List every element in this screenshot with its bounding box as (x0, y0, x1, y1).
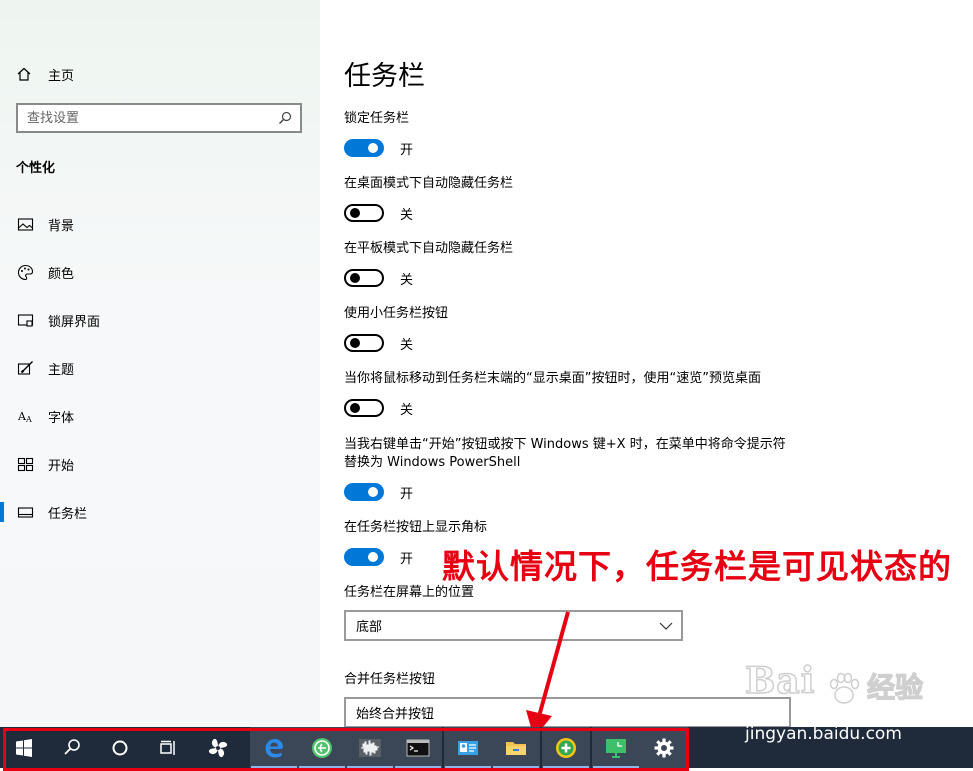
home-label: 主页 (48, 68, 75, 84)
watermark-cn: 经验 (866, 670, 924, 704)
search-box[interactable] (16, 103, 302, 133)
toggle-autohide-desktop[interactable] (344, 204, 384, 222)
annotation-arrow (526, 611, 570, 738)
sidebar-item-themes[interactable]: 主题 (0, 353, 320, 383)
taskbar-taskview-button[interactable] (144, 727, 192, 768)
toggle-state: 开 (400, 486, 414, 502)
settings-gear-icon (654, 738, 674, 757)
toggle-row-lock: 开 (344, 138, 413, 158)
toggle-state: 开 (400, 551, 414, 567)
taskbar-app-settings[interactable] (640, 727, 688, 768)
watermark-url: jingyan.baidu.com (745, 724, 902, 744)
taskbar-app-explorer[interactable] (492, 727, 540, 768)
taskbar-app-terminal[interactable] (394, 727, 442, 768)
sidebar-item-taskbar[interactable]: 任务栏 (0, 497, 320, 527)
start-tiles-icon (16, 455, 34, 473)
taskbar-icon (16, 503, 34, 521)
pinwheel-app-icon (208, 738, 228, 757)
home-link[interactable]: 主页 (16, 64, 74, 84)
sidebar-item-label: 颜色 (48, 266, 75, 282)
taskbar-cortana-button[interactable] (96, 727, 144, 768)
sidebar-item-lock-screen[interactable]: 锁屏界面 (0, 305, 320, 335)
position-value: 底部 (356, 620, 383, 635)
toggle-state: 关 (400, 337, 414, 353)
toggle-row-small-buttons: 关 (344, 333, 413, 353)
windows-start-icon (16, 738, 32, 757)
watermark: Bai 经验 (744, 659, 965, 720)
lock-screen-icon (16, 311, 34, 329)
toggle-state: 开 (400, 142, 414, 158)
toggle-row-autohide-desktop: 关 (344, 203, 413, 223)
paw-logo-icon (829, 672, 860, 704)
watermark-brand: Bai (744, 659, 816, 703)
font-icon: AA (16, 407, 34, 425)
sidebar-item-label: 字体 (48, 410, 75, 426)
sidebar-item-label: 背景 (48, 218, 75, 234)
home-icon (17, 67, 31, 81)
sidebar-item-label: 任务栏 (48, 506, 88, 522)
setting-label-lock: 锁定任务栏 (344, 111, 410, 126)
toggle-badges[interactable] (344, 548, 384, 566)
sidebar: 主页 个性化 背景 颜色 锁屏界面 主题 AA 字体 开始 任务栏 (0, 0, 320, 727)
svg-text:A: A (25, 415, 32, 424)
taskbar-start-button[interactable] (0, 727, 48, 768)
setting-label-badges: 在任务栏按钮上显示角标 (344, 520, 488, 535)
sidebar-item-label: 锁屏界面 (48, 314, 101, 330)
green-monitor-icon (606, 738, 626, 758)
theme-brush-icon (16, 359, 34, 377)
taskbar-app-pinwheel[interactable] (194, 727, 242, 768)
toggle-peek[interactable] (344, 399, 384, 417)
taskbar-app-edge[interactable] (250, 727, 298, 768)
sidebar-item-label: 主题 (48, 362, 75, 378)
combine-value: 始终合并按钮 (356, 707, 435, 722)
setting-label-autohide-tablet: 在平板模式下自动隐藏任务栏 (344, 241, 514, 256)
chevron-down-icon (659, 622, 673, 630)
picture-icon (16, 215, 34, 233)
toggle-state: 关 (400, 272, 414, 288)
green-plus-app-icon (556, 737, 576, 758)
taskbar-app-plus[interactable] (542, 727, 590, 768)
taskbar-app-audio[interactable] (346, 727, 394, 768)
contact-card-icon (458, 740, 478, 755)
sidebar-item-background[interactable]: 背景 (0, 209, 320, 239)
page-title: 任务栏 (344, 61, 425, 92)
setting-label-small-buttons: 使用小任务栏按钮 (344, 306, 449, 321)
annotation-text: 默认情况下，任务栏是可见状态的 (442, 547, 952, 586)
setting-label-powershell: 当我右键单击“开始”按钮或按下 Windows 键+X 时，在菜单中将命令提示符… (344, 437, 786, 470)
edge-browser-icon (265, 738, 283, 757)
taskbar-app-monitor[interactable] (592, 727, 640, 768)
sidebar-item-start[interactable]: 开始 (0, 449, 320, 479)
sidebar-item-colors[interactable]: 颜色 (0, 257, 320, 287)
taskbar-search-button[interactable] (48, 727, 96, 768)
search-input[interactable] (18, 105, 278, 131)
toggle-powershell[interactable] (344, 483, 384, 501)
search-icon (64, 738, 80, 755)
toggle-lock-taskbar[interactable] (344, 139, 384, 157)
toggle-row-powershell: 开 (344, 482, 413, 502)
setting-label-autohide-desktop: 在桌面模式下自动隐藏任务栏 (344, 176, 514, 191)
taskbar-app-contacts[interactable] (444, 727, 492, 768)
toggle-autohide-tablet[interactable] (344, 269, 384, 287)
audio-waveform-icon (359, 738, 381, 757)
cortana-icon (112, 740, 128, 755)
search-icon[interactable] (278, 111, 292, 125)
toggle-small-buttons[interactable] (344, 334, 384, 352)
palette-icon (16, 263, 34, 281)
position-select[interactable]: 底部 (344, 610, 683, 641)
toggle-row-peek: 关 (344, 398, 413, 418)
sidebar-item-label: 开始 (48, 458, 75, 474)
toggle-row-autohide-tablet: 关 (344, 268, 413, 288)
toggle-state: 关 (400, 207, 414, 223)
file-explorer-icon (506, 741, 526, 755)
setting-label-peek: 当你将鼠标移动到任务栏末端的“显示桌面”按钮时，使用“速览”预览桌面 (344, 371, 761, 386)
sidebar-item-fonts[interactable]: AA 字体 (0, 401, 320, 431)
task-view-icon (160, 740, 175, 755)
green-browser-icon (312, 737, 332, 758)
toggle-row-badges: 开 (344, 547, 413, 567)
taskbar-app-browser[interactable] (298, 727, 346, 768)
terminal-icon (406, 739, 430, 756)
section-title: 个性化 (16, 161, 56, 176)
toggle-state: 关 (400, 402, 414, 418)
